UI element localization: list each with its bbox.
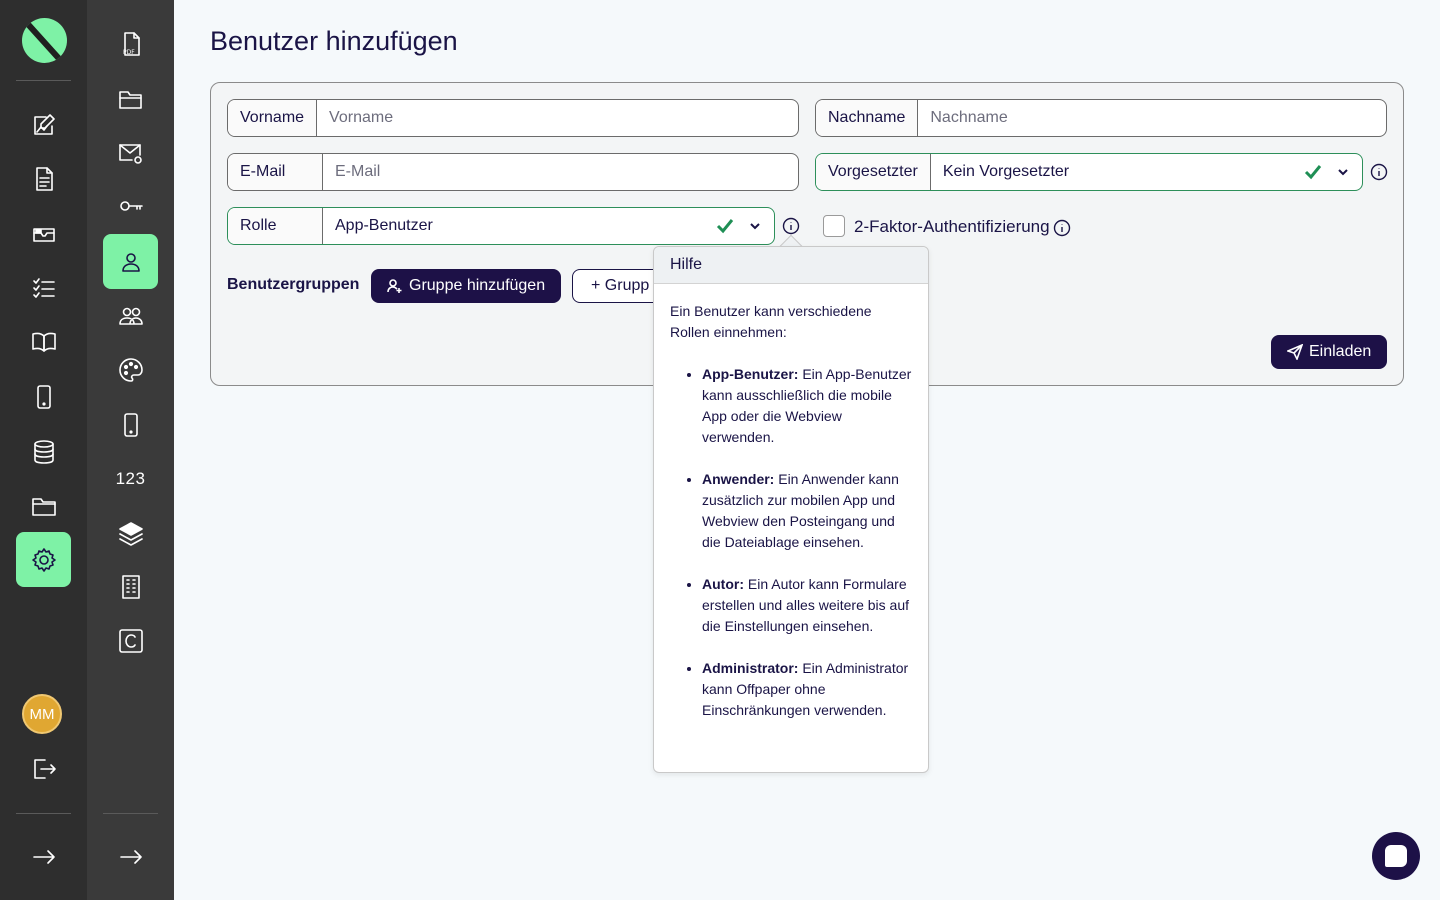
page-title: Benutzer hinzufügen (210, 26, 458, 56)
add-group-label: Gruppe hinzufügen (409, 277, 546, 294)
rolle-label: Rolle (228, 208, 323, 244)
sidebar-divider (103, 813, 158, 814)
nachname-input[interactable]: Nachname (918, 100, 1386, 136)
checklist-icon[interactable] (16, 260, 71, 315)
numbers-item[interactable]: 123 (103, 451, 158, 506)
copyright-c-icon[interactable] (103, 613, 158, 668)
info-icon[interactable] (1370, 163, 1388, 181)
folder-icon[interactable] (16, 478, 71, 533)
chat-button[interactable] (1372, 832, 1420, 880)
nachname-label: Nachname (816, 100, 919, 136)
mail-at-icon[interactable] (103, 125, 158, 180)
rolle-info-icon[interactable] (782, 217, 800, 235)
email-input[interactable]: E-Mail (323, 154, 798, 190)
list-item: App-Benutzer: Ein App-Benutzer kann auss… (702, 364, 912, 448)
vorname-input[interactable]: Vorname (317, 100, 798, 136)
rolle-select[interactable]: App-Benutzer (323, 208, 716, 244)
new-group-label: + Grupp (591, 277, 650, 294)
database-icon[interactable] (16, 424, 71, 479)
list-item: Administrator: Ein Administrator kann Of… (702, 658, 912, 721)
add-group-button[interactable]: Gruppe hinzufügen (371, 269, 562, 303)
mobile-icon[interactable] (16, 369, 71, 424)
vorgesetzter-label: Vorgesetzter (816, 154, 931, 190)
book-icon[interactable] (16, 314, 71, 369)
benutzergruppen-label: Benutzergruppen (227, 276, 360, 293)
invite-label: Einladen (1309, 343, 1372, 360)
primary-sidebar: MM (0, 0, 87, 900)
settings-icon[interactable] (16, 532, 71, 587)
key-icon[interactable] (103, 178, 158, 233)
nachname-field: Nachname Nachname (815, 99, 1387, 137)
edit-form-icon[interactable] (16, 97, 71, 152)
pdf-file-icon[interactable]: PDF (103, 16, 158, 71)
two-factor-label: 2-Faktor-Authentifizierung (854, 217, 1050, 236)
vorgesetzter-field: Vorgesetzter Kein Vorgesetzter (815, 153, 1363, 191)
sidebar-divider (16, 80, 71, 81)
valid-check-icon (1304, 165, 1322, 180)
popover-title: Hilfe (654, 247, 928, 284)
user-icon[interactable] (103, 234, 158, 289)
logout-icon[interactable] (16, 741, 71, 796)
chat-bubble-icon (1385, 845, 1407, 867)
vorgesetzter-select[interactable]: Kein Vorgesetzter (931, 154, 1304, 190)
svg-text:PDF: PDF (123, 49, 135, 56)
secondary-sidebar: PDF 123 (87, 0, 174, 900)
vorname-label: Vorname (228, 100, 318, 136)
avatar[interactable]: MM (22, 694, 62, 734)
popover-intro: Ein Benutzer kann verschiedene Rollen ei… (670, 303, 872, 340)
user-add-icon (387, 279, 402, 293)
help-popover: Hilfe Ein Benutzer kann verschiedene Rol… (653, 246, 929, 773)
email-label: E-Mail (228, 154, 323, 190)
expand-arrow-icon[interactable] (103, 829, 158, 884)
sidebar-divider (16, 813, 71, 814)
send-icon (1287, 344, 1303, 360)
vorname-field: Vorname Vorname (227, 99, 799, 137)
two-factor-checkbox[interactable] (823, 215, 845, 237)
numbers-label: 123 (115, 468, 146, 488)
building-icon[interactable] (103, 559, 158, 614)
layers-icon[interactable] (103, 505, 158, 560)
chevron-down-icon[interactable] (748, 219, 762, 233)
document-icon[interactable] (16, 151, 71, 206)
palette-icon[interactable] (103, 342, 158, 397)
users-icon[interactable] (103, 288, 158, 343)
roles-list: App-Benutzer: Ein App-Benutzer kann auss… (670, 364, 912, 721)
expand-arrow-icon[interactable] (16, 829, 71, 884)
chevron-down-icon[interactable] (1336, 165, 1350, 179)
inbox-icon[interactable] (16, 206, 71, 261)
app-logo[interactable] (22, 18, 67, 63)
mobile-icon[interactable] (103, 397, 158, 452)
list-item: Autor: Ein Autor kann Formulare erstelle… (702, 574, 912, 637)
invite-button[interactable]: Einladen (1271, 335, 1388, 369)
list-item: Anwender: Ein Anwender kann zusätzlich z… (702, 469, 912, 553)
two-factor-info-icon[interactable] (1053, 219, 1071, 237)
email-field: E-Mail E-Mail (227, 153, 799, 191)
rolle-field: Rolle App-Benutzer (227, 207, 775, 245)
valid-check-icon (716, 219, 734, 234)
folder-open-icon[interactable] (103, 71, 158, 126)
